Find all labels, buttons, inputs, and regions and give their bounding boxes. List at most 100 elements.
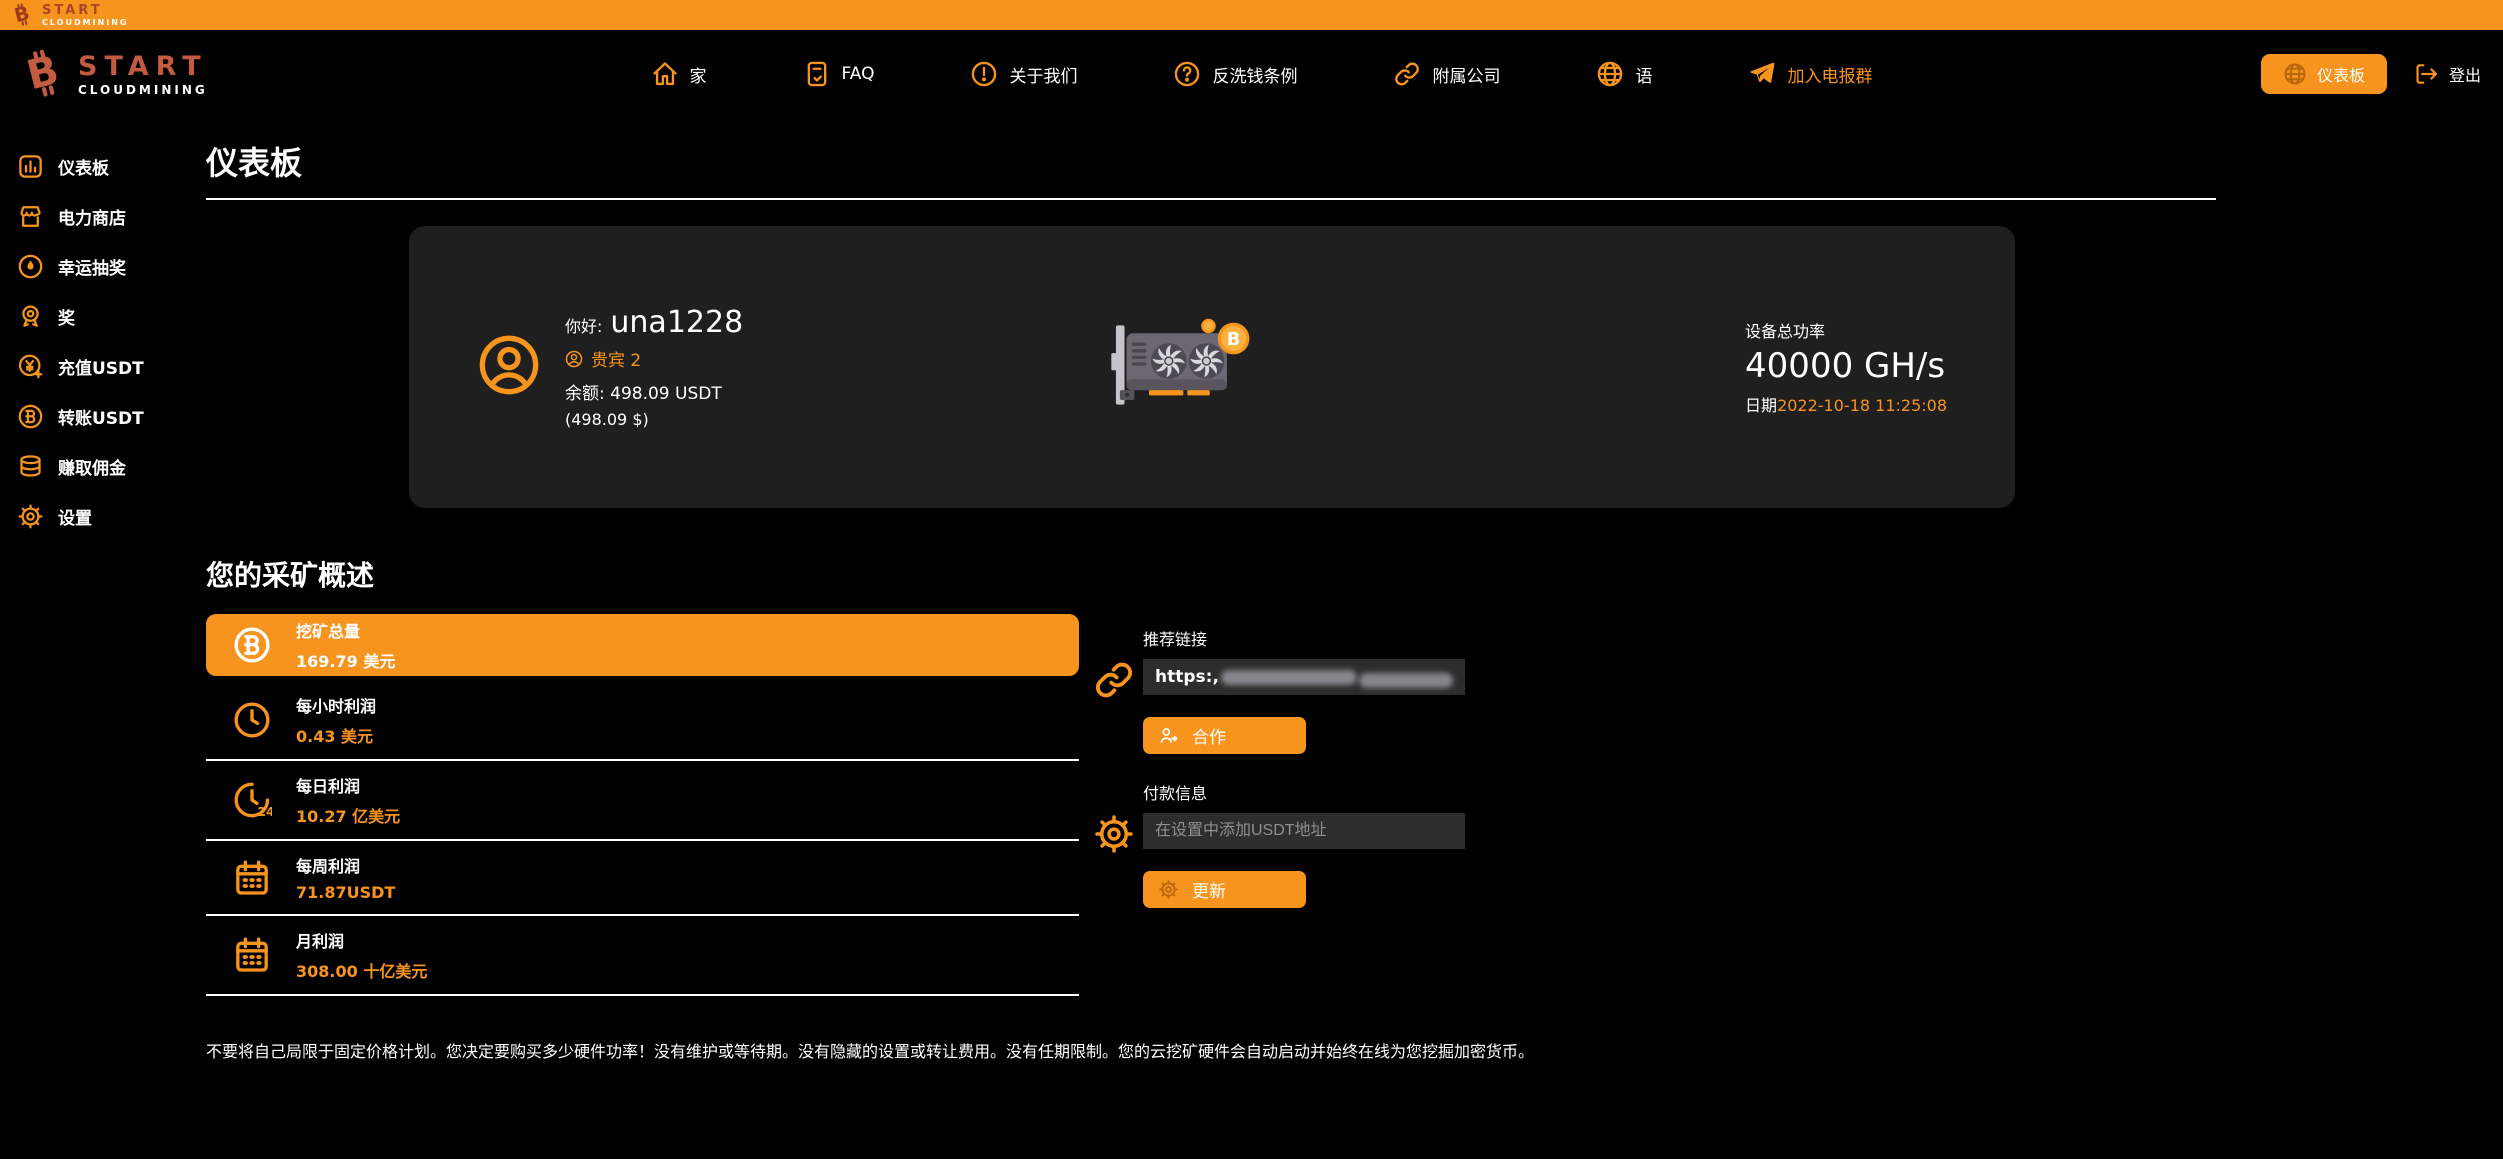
gpu-illustration: B: [1108, 312, 1260, 422]
sidebar-item-dashboard[interactable]: 仪表板: [0, 148, 190, 185]
sidebar-item-label: 赚取佣金: [58, 454, 126, 479]
globe-icon: [1596, 60, 1624, 88]
redacted-blur: [1359, 673, 1453, 688]
update-button[interactable]: 更新: [1143, 871, 1306, 908]
gpu-card-image: B: [1108, 312, 1260, 418]
user-summary-card: 你好: una1228 贵宾 2 余额: 498.09 USDT (498.09…: [409, 226, 2015, 508]
avatar: [477, 333, 541, 401]
brand-name: START: [78, 53, 208, 80]
topbar-logo: START CLOUDMINING: [12, 3, 129, 27]
nav-item-about[interactable]: 关于我们: [970, 60, 1077, 88]
usdt-address-input[interactable]: [1143, 813, 1465, 849]
link-chain-icon-large: [1093, 659, 1135, 705]
payment-group: 付款信息 更新: [1093, 780, 1465, 908]
sidebar-item-award[interactable]: 奖: [0, 298, 190, 335]
bitcoin-logo-icon: [17, 45, 70, 104]
power-value: 40000 GH/s: [1745, 346, 1947, 386]
title-divider: [206, 198, 2216, 200]
stat-label: 挖矿总量: [296, 618, 395, 642]
date-value: 2022-10-18 11:25:08: [1777, 396, 1947, 415]
sidebar-item-label: 电力商店: [58, 204, 126, 229]
clock-24-icon: 24: [232, 780, 272, 820]
mining-section-title: 您的采矿概述: [206, 554, 2503, 594]
deposit-yen-icon: [17, 353, 44, 380]
payment-info-label: 付款信息: [1143, 780, 1465, 804]
telegram-plane-icon: [1748, 60, 1776, 88]
device-power-block: 设备总功率 40000 GH/s 日期2022-10-18 11:25:08: [1745, 318, 1947, 416]
footer-note: 不要将自己局限于固定价格计划。您决定要购买多少硬件功率！没有维护或等待期。没有隐…: [206, 1038, 2256, 1062]
sidebar-item-lucky-draw[interactable]: 幸运抽奖: [0, 248, 190, 285]
nav-label: 反洗钱条例: [1212, 62, 1297, 87]
stat-value: 308.00 十亿美元: [296, 958, 427, 982]
sidebar-item-deposit-usdt[interactable]: 充值USDT: [0, 348, 190, 385]
referral-link-label: 推荐链接: [1143, 626, 1465, 650]
partner-button[interactable]: 合作: [1143, 717, 1306, 754]
sidebar-item-commission[interactable]: 赚取佣金: [0, 448, 190, 485]
sidebar-item-transfer-usdt[interactable]: 转账USDT: [0, 398, 190, 435]
header: START CLOUDMINING 家 FAQ 关于我们 反洗: [0, 30, 2503, 118]
stat-value: 0.43 美元: [296, 723, 376, 747]
bitcoin-logo-icon: [9, 1, 34, 29]
sidebar-item-settings[interactable]: 设置: [0, 498, 190, 535]
username: una1228: [610, 305, 743, 340]
bitcoin-circle-icon: [17, 403, 44, 430]
main-nav: 家 FAQ 关于我们 反洗钱条例 附属公司: [262, 60, 2261, 88]
logout-icon: [2413, 61, 2439, 87]
dashboard-button[interactable]: 仪表板: [2261, 54, 2387, 94]
nav-label: 加入电报群: [1787, 62, 1872, 87]
nav-label: 家: [690, 62, 707, 87]
vip-level: 贵宾 2: [591, 346, 641, 371]
nav-label: 语: [1635, 62, 1652, 87]
nav-item-home[interactable]: 家: [651, 60, 707, 88]
logout-button-label: 登出: [2449, 62, 2481, 86]
power-label: 设备总功率: [1745, 318, 1947, 342]
sidebar-item-label: 转账USDT: [58, 404, 144, 429]
referral-link-field[interactable]: https:,: [1143, 659, 1465, 695]
stat-label: 每周利润: [296, 853, 395, 877]
coins-stack-icon: [17, 453, 44, 480]
svg-text:B: B: [1227, 329, 1241, 350]
redacted-blur: [1221, 670, 1357, 685]
nav-label: 附属公司: [1432, 62, 1500, 87]
nav-item-aml[interactable]: 反洗钱条例: [1173, 60, 1297, 88]
sidebar: 仪表板 电力商店 幸运抽奖 奖: [0, 118, 190, 1062]
balance-label: 余额:: [565, 384, 605, 404]
svg-text:24: 24: [257, 804, 272, 819]
page-layout: 仪表板 电力商店 幸运抽奖 奖: [0, 118, 2503, 1062]
globe-icon: [2283, 62, 2307, 86]
referral-payment-column: 推荐链接 https:,: [1093, 614, 1465, 908]
stat-value: 10.27 亿美元: [296, 803, 400, 827]
nav-item-affiliates[interactable]: 附属公司: [1393, 60, 1500, 88]
header-logo[interactable]: START CLOUDMINING: [22, 49, 262, 99]
sidebar-item-label: 充值USDT: [58, 354, 144, 379]
top-orange-bar: START CLOUDMINING: [0, 0, 2503, 30]
logout-button[interactable]: 登出: [2413, 61, 2481, 87]
nav-label: 关于我们: [1009, 62, 1077, 87]
header-actions: 仪表板 登出: [2261, 54, 2481, 94]
sidebar-item-power-store[interactable]: 电力商店: [0, 198, 190, 235]
lucky-draw-icon: [17, 253, 44, 280]
nav-item-language[interactable]: 语: [1596, 60, 1652, 88]
page-title: 仪表板: [206, 138, 2503, 184]
mining-stats-list: 挖矿总量 169.79 美元 每小时利润 0.43 美元: [206, 614, 1079, 996]
sidebar-item-label: 奖: [58, 304, 75, 329]
balance-usd: (498.09 $): [565, 410, 743, 429]
nav-item-faq[interactable]: FAQ: [803, 60, 875, 88]
vip-person-icon: [565, 350, 583, 368]
gear-icon: [1158, 879, 1179, 900]
stat-label: 月利润: [296, 928, 427, 952]
stat-label: 每日利润: [296, 773, 400, 797]
info-circle-icon: [970, 60, 998, 88]
bitcoin-circle-icon: [232, 625, 272, 665]
main-content: 仪表板 你好: una1228 贵宾 2 余额: [190, 118, 2503, 1062]
sidebar-item-label: 设置: [58, 504, 92, 529]
dashboard-chart-icon: [17, 153, 44, 180]
stat-row-weekly-profit: 每周利润 71.87USDT: [206, 841, 1079, 916]
clock-icon: [232, 700, 272, 740]
stat-label: 每小时利润: [296, 693, 376, 717]
calendar-icon: [232, 935, 272, 975]
topbar-brand-name: START: [42, 4, 129, 17]
calendar-icon: [232, 858, 272, 898]
nav-item-telegram[interactable]: 加入电报群: [1748, 60, 1872, 88]
sidebar-item-label: 仪表板: [58, 154, 109, 179]
